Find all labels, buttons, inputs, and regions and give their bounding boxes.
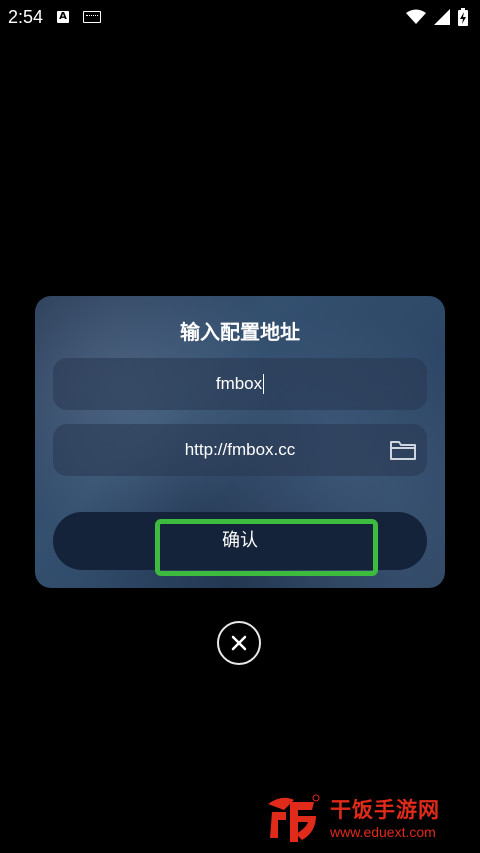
name-input-value: fmbox xyxy=(215,374,263,393)
battery-icon xyxy=(458,8,468,26)
close-icon xyxy=(231,635,247,651)
close-button[interactable] xyxy=(217,621,261,665)
folder-icon[interactable] xyxy=(389,438,417,462)
keyboard-icon xyxy=(83,11,102,23)
highlight-box xyxy=(155,519,378,576)
signal-icon xyxy=(434,9,450,25)
name-input[interactable]: fmbox xyxy=(53,358,427,410)
dialog-title: 输入配置地址 xyxy=(180,320,300,344)
url-input[interactable]: http://fmbox.cc xyxy=(53,424,427,476)
status-bar: 2:54 A xyxy=(0,0,480,34)
url-input-value: http://fmbox.cc xyxy=(184,440,296,459)
a-notification-icon: A xyxy=(57,11,70,23)
status-right xyxy=(406,8,468,26)
watermark-url: www.eduext.com xyxy=(330,824,436,840)
status-left: 2:54 A xyxy=(8,6,102,28)
clock: 2:54 xyxy=(8,6,44,27)
watermark-title: 干饭手游网 xyxy=(330,798,440,822)
watermark: 干饭手游网 www.eduext.com xyxy=(262,790,472,848)
text-cursor xyxy=(263,374,265,394)
watermark-logo-icon xyxy=(268,794,320,842)
wifi-icon xyxy=(406,9,426,24)
